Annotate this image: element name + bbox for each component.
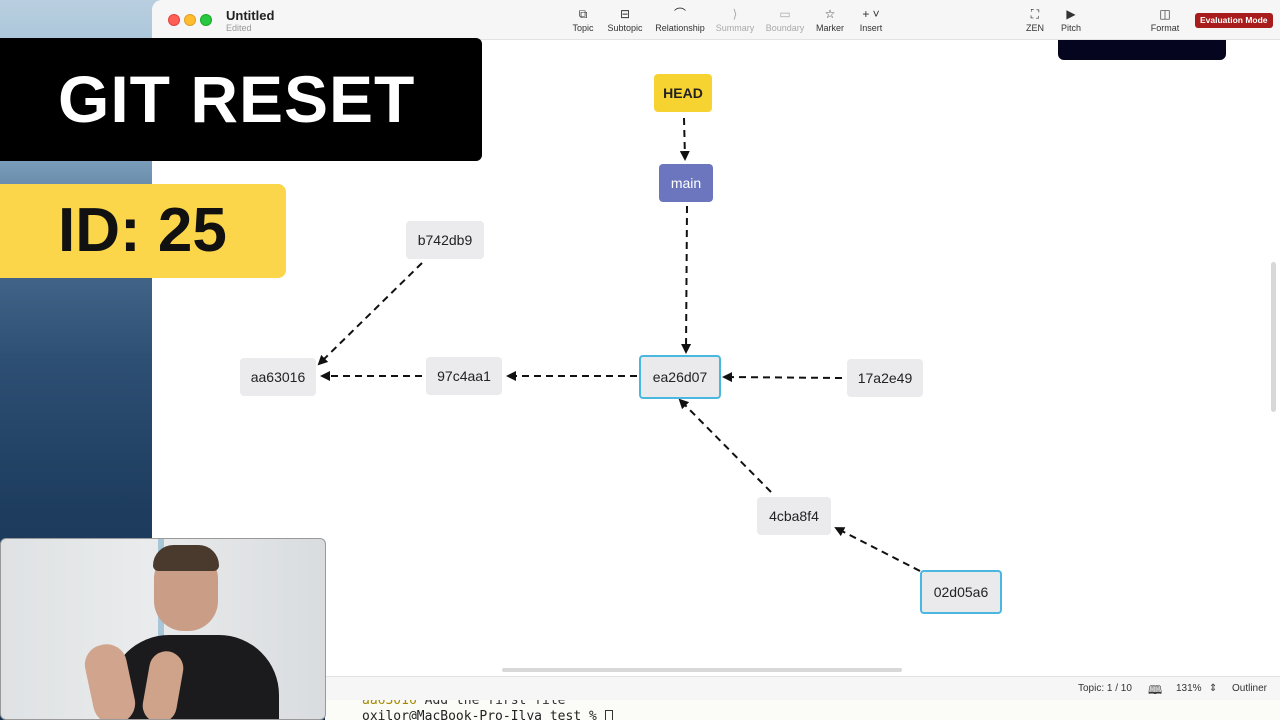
commit-node-ea26d07[interactable]: ea26d07 [639,355,721,399]
link-17a2e49-to-ea26d07 [722,372,843,383]
book-icon[interactable]: 🕮 [1148,681,1162,700]
commit-node-4cba8f4[interactable]: 4cba8f4 [757,497,831,535]
subtopic-icon: ⊟ [619,7,631,21]
zoom-level[interactable]: 131% [1176,683,1202,694]
terminal-cursor [604,710,613,720]
topic-icon: ⧉ [578,7,588,21]
subtopic-label: Subtopic [607,23,643,33]
relationship-button[interactable]: ⌒ Relationship [654,6,706,36]
outliner-button[interactable]: Outliner [1232,683,1267,694]
boundary-button[interactable]: ▭ Boundary [763,6,807,36]
link-4cba8f4-to-ea26d07 [678,398,772,493]
video-id-banner: ID: 25 [0,184,286,278]
terminal-line-2: oxilor@MacBook-Pro-Ilya test % [362,709,613,720]
subtopic-button[interactable]: ⊟ Subtopic [605,6,645,36]
minimize-window-button[interactable] [184,14,196,26]
link-main-to-ea26d07 [681,205,692,354]
plus-chevron-icon: + ˅ [862,7,880,21]
branch-main-node[interactable]: main [659,164,713,202]
video-title-banner: GIT RESET [0,38,482,161]
terminal-commit-message: Add the first file [416,700,566,708]
marker-button[interactable]: ☆ Marker [814,6,846,36]
commit-node-aa63016[interactable]: aa63016 [240,358,316,396]
star-icon: ☆ [824,7,836,21]
commit-node-17a2e49[interactable]: 17a2e49 [847,359,923,397]
link-02d05a6-to-4cba8f4 [834,527,921,572]
link-head-to-main [679,117,690,161]
relationship-label: Relationship [655,23,705,33]
horizontal-scrollbar[interactable] [502,668,902,672]
terminal-commit-hash: aa63016 [362,700,417,708]
vertical-scrollbar[interactable] [1271,262,1276,412]
presenter-webcam-overlay [0,538,326,720]
marker-label: Marker [815,23,844,33]
insert-label: Insert [859,23,883,33]
presenter-hair [153,545,219,571]
link-b742db9-to-aa63016 [317,262,423,366]
pitch-label: Pitch [1060,23,1081,33]
commit-node-b742db9[interactable]: b742db9 [406,221,484,259]
fullscreen-icon: ⛶ [1030,7,1040,21]
topic-counter: Topic: 1 / 10 [1078,683,1132,694]
terminal-prompt: oxilor@MacBook-Pro-Ilya test % [362,709,605,720]
commit-node-97c4aa1[interactable]: 97c4aa1 [426,357,502,395]
summary-button[interactable]: ⟩ Summary [714,6,756,36]
document-title: Untitled [226,8,275,23]
topic-label: Topic [572,23,594,33]
format-label: Format [1150,23,1180,33]
insert-button[interactable]: + ˅ Insert [856,6,886,36]
titlebar: Untitled Edited ⧉ Topic ⊟ Subtopic ⌒ Rel… [152,0,1280,40]
commit-node-02d05a6[interactable]: 02d05a6 [920,570,1002,614]
format-button[interactable]: ◫ Format [1148,6,1182,36]
zen-label: ZEN [1026,23,1044,33]
terminal-line-1: aa63016 Add the first file [362,700,566,708]
zoom-stepper-icon[interactable]: ⇕ [1209,683,1217,694]
boundary-label: Boundary [765,23,805,33]
topic-button[interactable]: ⧉ Topic [568,6,598,36]
summary-label: Summary [715,23,755,33]
pitch-button[interactable]: ▶ Pitch [1057,6,1085,36]
play-icon: ▶ [1066,7,1076,21]
close-window-button[interactable] [168,14,180,26]
summary-icon: ⟩ [732,7,738,21]
terminal-window[interactable]: aa63016 Add the first file oxilor@MacBoo… [325,700,1280,720]
boundary-icon: ▭ [779,7,791,21]
document-status: Edited [226,23,252,33]
relationship-icon: ⌒ [673,7,686,21]
fullscreen-window-button[interactable] [200,14,212,26]
evaluation-mode-badge[interactable]: Evaluation Mode [1195,13,1273,28]
head-pointer-node[interactable]: HEAD [654,74,712,112]
zen-button[interactable]: ⛶ ZEN [1021,6,1049,36]
sidebar-panel-icon: ◫ [1159,7,1171,21]
